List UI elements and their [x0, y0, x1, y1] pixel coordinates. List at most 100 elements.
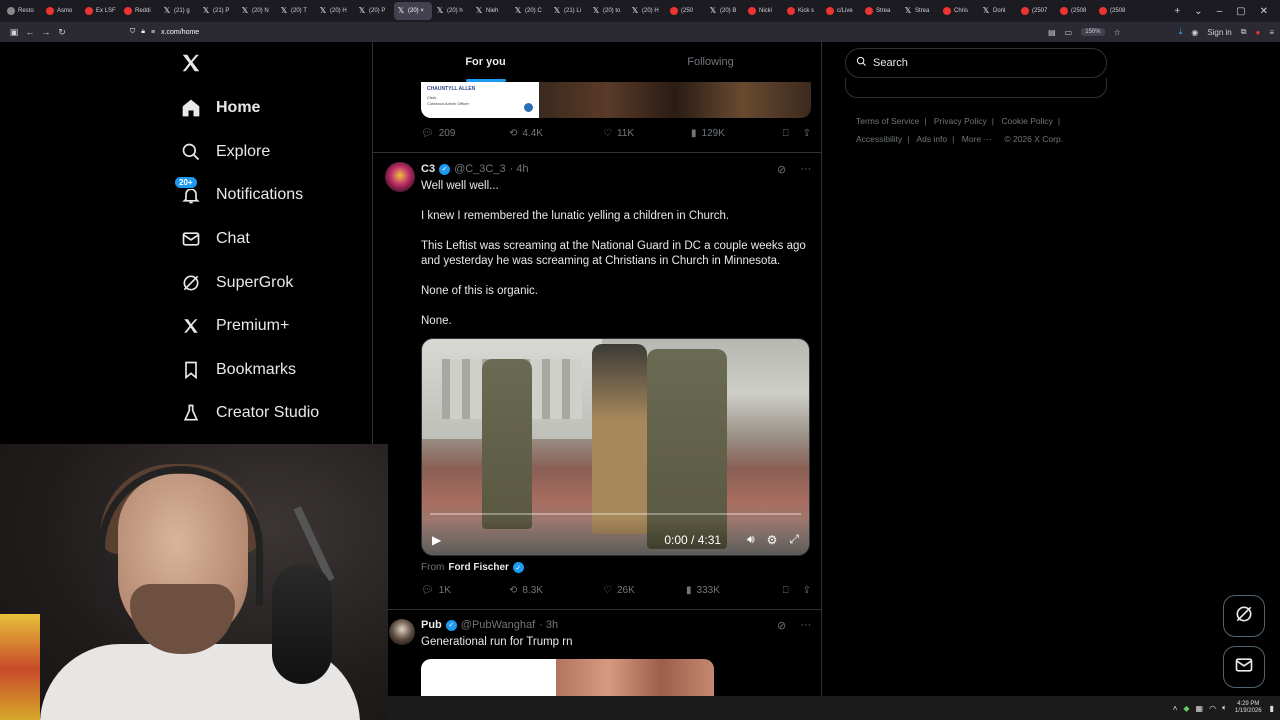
back-button[interactable]: ←	[22, 27, 38, 37]
browser-tab[interactable]: 𝕏 (20) B	[706, 2, 744, 20]
browser-tab[interactable]: Chris	[940, 2, 978, 20]
bookmark-star-icon[interactable]: ☆	[1114, 28, 1121, 37]
more-icon[interactable]: ···	[800, 163, 811, 176]
volume-icon[interactable]: 🔊︎	[747, 532, 755, 547]
author-handle[interactable]: @PubWanghaf	[461, 619, 535, 631]
footer-link[interactable]: More ···	[962, 134, 992, 144]
more-icon[interactable]: ···	[800, 619, 811, 632]
bookmark-icon[interactable]: ⎕	[783, 128, 789, 139]
close-window-button[interactable]: ✕	[1260, 6, 1268, 17]
grok-icon[interactable]: ⊘	[777, 619, 786, 632]
extension-icon[interactable]: ●	[1255, 28, 1260, 37]
repost-button[interactable]: ⟲ 4.4K	[509, 128, 603, 139]
account-icon[interactable]: ◉	[1191, 28, 1198, 37]
reply-button[interactable]: 💬︎ 1K	[421, 585, 509, 596]
browser-tab[interactable]: 𝕏 (20) H	[316, 2, 354, 20]
browser-tab[interactable]: (250	[667, 2, 705, 20]
browser-tab[interactable]: Ex LSF	[82, 2, 120, 20]
browser-tab[interactable]: 𝕏 Donl	[979, 2, 1017, 20]
repost-button[interactable]: ⟲ 8.3K	[509, 585, 603, 596]
taskbar-clock[interactable]: 4:29 PM 1/19/2026	[1235, 701, 1262, 715]
nav-home[interactable]: Home	[180, 93, 260, 123]
attribution-name[interactable]: Ford Fischer	[448, 562, 509, 573]
extensions-icon[interactable]: ⧉	[1241, 27, 1247, 37]
browser-tab[interactable]: (2507	[1018, 2, 1056, 20]
views-button[interactable]: ▮ 129K	[691, 128, 725, 139]
browser-tab[interactable]: 𝕏 (20) T	[277, 2, 315, 20]
nav-supergrok[interactable]: SuperGrok	[180, 268, 293, 298]
fullscreen-icon[interactable]: ⤢	[789, 532, 799, 547]
nav-notifications[interactable]: 20+ Notifications	[174, 176, 303, 210]
zoom-indicator[interactable]: 150%	[1081, 28, 1105, 36]
x-logo-icon[interactable]	[180, 52, 202, 81]
like-button[interactable]: ♡ 11K	[603, 128, 691, 139]
maximize-button[interactable]: ▢	[1236, 6, 1245, 17]
reader-view-icon[interactable]: ▤	[1048, 28, 1056, 37]
sidebar-toggle-icon[interactable]: ▣	[6, 27, 22, 38]
video-progress-bar[interactable]	[430, 513, 801, 515]
share-icon[interactable]: ⇪	[803, 128, 811, 139]
reply-button[interactable]: 💬︎ 209	[421, 128, 509, 139]
views-button[interactable]: ▮ 333K	[686, 585, 720, 596]
messages-button[interactable]	[1223, 646, 1265, 688]
address-bar[interactable]: ⛉ 🔒︎ ≡ x.com/home	[130, 28, 199, 36]
browser-tab[interactable]: 𝕏 (21) g	[160, 2, 198, 20]
share-icon[interactable]: ⇪	[803, 585, 811, 596]
video-player[interactable]: ▶ 0:00 / 4:31 🔊︎ ⚙ ⤢	[421, 338, 810, 556]
nav-chat[interactable]: Chat	[180, 224, 250, 254]
browser-tab[interactable]: Nicki	[745, 2, 783, 20]
post-media[interactable]	[421, 659, 714, 696]
browser-tab[interactable]: (2508	[1057, 2, 1095, 20]
footer-link[interactable]: Accessibility	[856, 134, 902, 144]
speaker-icon[interactable]: 🔈︎	[1222, 703, 1227, 713]
search-input[interactable]: Search	[845, 48, 1107, 78]
app-tray-icon[interactable]: ◆	[1183, 704, 1189, 713]
author-handle[interactable]: @C_3C_3	[454, 163, 506, 175]
footer-link[interactable]: Privacy Policy	[934, 116, 987, 126]
browser-tab[interactable]: 𝕏 (20) P	[355, 2, 393, 20]
bookmark-icon[interactable]: ⎕	[783, 585, 789, 596]
previous-post-media[interactable]: CHAUNTYLL ALLEN Clerk Cobianca Admin Off…	[421, 82, 811, 118]
browser-tab[interactable]: 𝕏 (20) C	[511, 2, 549, 20]
footer-link[interactable]: Ads info	[916, 134, 947, 144]
browser-tab[interactable]: Kick s	[784, 2, 822, 20]
sign-in-button[interactable]: Sign in	[1207, 28, 1231, 37]
settings-gear-icon[interactable]: ⚙	[767, 533, 778, 547]
network-icon[interactable]: ▦	[1196, 704, 1204, 713]
minimize-button[interactable]: –	[1217, 6, 1223, 17]
new-tab-button[interactable]: +	[1174, 6, 1180, 17]
author-name[interactable]: Pub	[421, 619, 442, 631]
footer-link[interactable]: Terms of Service	[856, 116, 919, 126]
browser-tab[interactable]: c/Live	[823, 2, 861, 20]
grok-icon[interactable]: ⊘	[777, 163, 786, 176]
nav-bookmarks[interactable]: Bookmarks	[180, 355, 296, 385]
browser-tab[interactable]: 𝕏 (20) H	[628, 2, 666, 20]
footer-link[interactable]: Cookie Policy	[1001, 116, 1053, 126]
url-text[interactable]: x.com/home	[161, 29, 199, 36]
browser-tab[interactable]: 𝕏 Nieh	[472, 2, 510, 20]
download-icon[interactable]: ⤓	[1179, 27, 1183, 37]
browser-tab[interactable]: Strea	[862, 2, 900, 20]
play-icon[interactable]: ▶	[432, 533, 441, 547]
tab-for-you[interactable]: For you	[373, 42, 598, 82]
like-button[interactable]: ♡ 26K	[603, 585, 686, 596]
reload-button[interactable]: ↻	[54, 27, 70, 38]
post-time[interactable]: · 3h	[539, 619, 558, 631]
nav-explore[interactable]: Explore	[180, 137, 270, 167]
browser-tab[interactable]: (2508	[1096, 2, 1134, 20]
avatar[interactable]	[385, 162, 415, 192]
chevron-up-icon[interactable]: ˄	[1173, 704, 1178, 713]
browser-tab[interactable]: 𝕏 (21) Li	[550, 2, 588, 20]
notification-icon[interactable]: ▮	[1270, 704, 1274, 713]
browser-tab[interactable]: 𝕏 (20) ×	[394, 2, 432, 20]
browser-tab[interactable]: 𝕏 (20) to	[589, 2, 627, 20]
nav-creator-studio[interactable]: Creator Studio	[180, 398, 319, 428]
wifi-icon[interactable]: ◠	[1209, 704, 1216, 713]
pip-icon[interactable]: ▭	[1065, 28, 1073, 37]
browser-tab[interactable]: Asmo	[43, 2, 81, 20]
post-time[interactable]: · 4h	[510, 163, 529, 175]
forward-button[interactable]: →	[38, 27, 54, 37]
menu-icon[interactable]: ≡	[1269, 28, 1274, 37]
nav-premium[interactable]: Premium+	[180, 311, 289, 341]
browser-tab[interactable]: 𝕏 (20) N	[238, 2, 276, 20]
